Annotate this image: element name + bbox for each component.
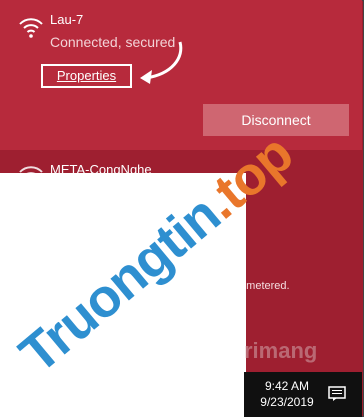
connected-network-panel[interactable]: Lau-7 Connected, secured Properties Disc… xyxy=(0,0,362,150)
network-name: Lau-7 xyxy=(50,12,84,27)
occluding-white-area xyxy=(0,173,246,417)
clock-time: 9:42 AM xyxy=(264,379,310,393)
disconnect-button[interactable]: Disconnect xyxy=(203,104,349,136)
taskbar: 9:42 AM 9/23/2019 xyxy=(244,372,362,417)
properties-link[interactable]: Properties xyxy=(41,64,132,88)
action-center-icon[interactable] xyxy=(328,386,346,402)
wifi-icon xyxy=(19,18,43,38)
clock-date: 9/23/2019 xyxy=(260,395,314,409)
curved-arrow-icon xyxy=(140,41,183,84)
taskbar-clock[interactable]: 9:42 AM 9/23/2019 xyxy=(244,378,330,410)
